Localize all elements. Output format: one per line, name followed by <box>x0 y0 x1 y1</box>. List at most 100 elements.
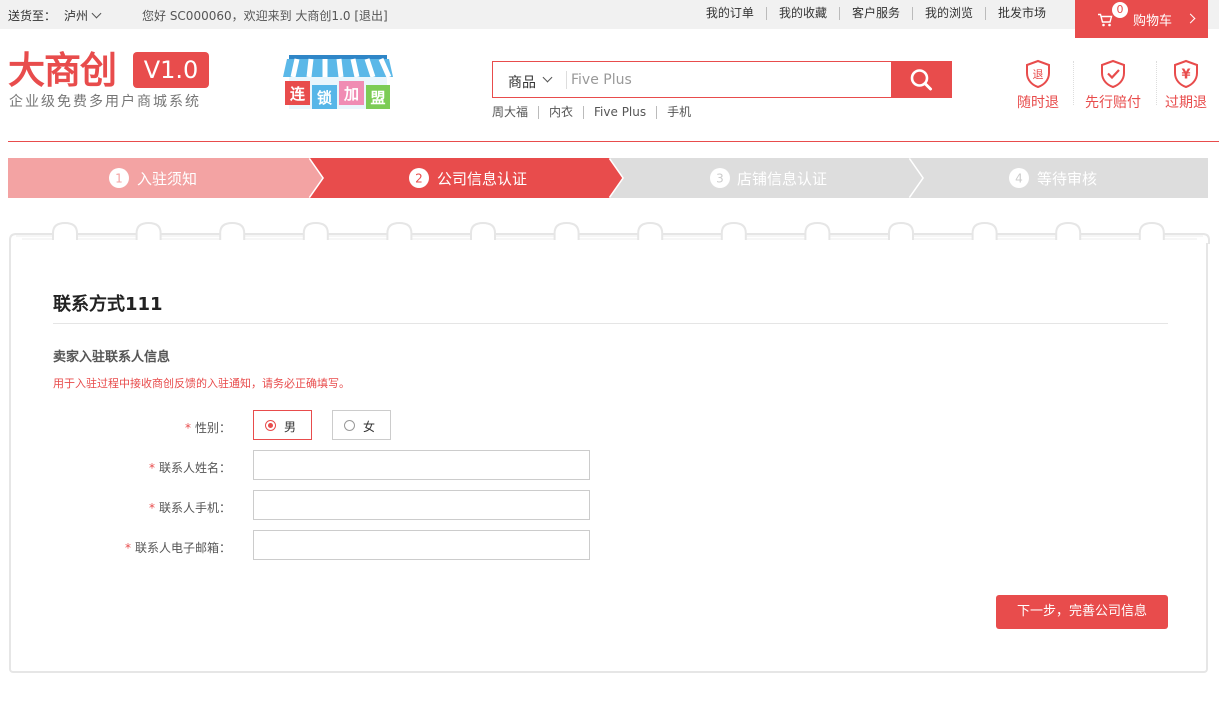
logo-brand: 大商创 <box>8 48 117 92</box>
form-subheading: 卖家入驻联系人信息 <box>53 350 171 365</box>
binding-ring <box>470 221 496 240</box>
franchise-char-3: 加 <box>343 85 359 103</box>
radio-unselected-icon <box>344 420 355 431</box>
hot-keyword-link[interactable]: 内衣 <box>538 106 583 119</box>
contact-name-label-text: 联系人姓名： <box>158 461 231 475</box>
binding-ring <box>219 221 246 240</box>
next-step-button[interactable]: 下一步，完善公司信息 <box>996 595 1168 629</box>
logo-slogan: 企业级免费多用户商城系统 <box>9 94 201 110</box>
hot-keyword-link[interactable]: 手机 <box>656 106 701 119</box>
required-mark: * <box>124 541 131 555</box>
contact-email-label: * 联系人电子邮箱： <box>125 539 231 556</box>
link-my-favorites[interactable]: 我的收藏 <box>765 7 839 20</box>
step-2: 2 公司信息认证 <box>310 158 626 198</box>
contact-email-input[interactable] <box>253 530 590 560</box>
step-1: 1 入驻须知 <box>8 158 326 198</box>
cart-icon <box>1098 13 1113 27</box>
search-button[interactable] <box>891 61 952 98</box>
chevron-down-icon[interactable] <box>542 72 553 83</box>
binding-ring <box>386 221 413 240</box>
search-icon <box>910 69 932 91</box>
hot-keyword-link[interactable]: 周大福 <box>492 106 538 119</box>
header-divider <box>8 141 1219 142</box>
title-divider <box>53 323 1168 324</box>
binding-ring <box>720 221 747 240</box>
step-number: 1 <box>115 172 123 186</box>
radio-selected-icon <box>265 420 276 431</box>
notebook-binding-decoration <box>9 221 1210 244</box>
franchise-char-1: 连 <box>290 85 306 103</box>
search-bar: 商品 <box>492 61 952 98</box>
service-compensation-first[interactable]: 先行赔付 <box>1083 59 1143 112</box>
franchise-char-2: 锁 <box>317 89 332 107</box>
binding-ring <box>135 221 162 240</box>
contact-phone-input[interactable] <box>253 490 590 520</box>
search-category-selector[interactable]: 商品 <box>508 72 536 92</box>
contact-name-label: * 联系人姓名： <box>149 459 231 476</box>
welcome-text: 您好 SC000060，欢迎来到 大商创1.0 [退出] <box>142 9 388 23</box>
logo-version: V1.0 <box>133 52 209 88</box>
required-mark: * <box>148 461 155 475</box>
binding-ring <box>52 221 78 240</box>
step-4: 4 等待审核 <box>910 158 1208 198</box>
svg-text:¥: ¥ <box>1181 68 1190 83</box>
contact-phone-label-text: 联系人手机： <box>158 501 231 515</box>
hot-keyword-link[interactable]: Five Plus <box>583 106 656 119</box>
service-divider <box>1073 61 1074 105</box>
cart-count-badge: 0 <box>1112 2 1128 18</box>
step-number: 4 <box>1015 172 1023 186</box>
link-customer-service[interactable]: 客户服务 <box>838 7 912 20</box>
link-my-history[interactable]: 我的浏览 <box>911 7 985 20</box>
link-wholesale-market[interactable]: 批发市场 <box>984 7 1058 20</box>
binding-ring <box>553 221 580 240</box>
step-number: 3 <box>716 172 724 186</box>
shield-yen-icon: ¥ <box>1174 59 1198 89</box>
gender-radio-female[interactable]: 女 <box>332 410 391 440</box>
shield-check-icon <box>1101 59 1125 89</box>
required-mark: * <box>184 421 191 435</box>
contact-email-label-text: 联系人电子邮箱： <box>134 541 231 555</box>
service-return-anytime[interactable]: 退 随时退 <box>1008 59 1068 112</box>
search-box: 商品 <box>492 61 892 98</box>
chevron-down-icon[interactable] <box>91 8 102 19</box>
service-expired-refund[interactable]: ¥ 过期退 <box>1156 59 1216 112</box>
contact-phone-label: * 联系人手机： <box>149 499 231 516</box>
search-divider <box>566 71 567 89</box>
top-links: 我的订单 我的收藏 客户服务 我的浏览 批发市场 <box>694 7 1058 20</box>
city-selector[interactable]: 泸州 <box>64 9 88 23</box>
contact-name-input[interactable] <box>253 450 590 480</box>
cart-button[interactable]: 0 购物车 <box>1075 0 1208 38</box>
hot-keywords: 周大福 内衣 Five Plus 手机 <box>492 106 701 119</box>
step-label: 公司信息认证 <box>437 170 527 188</box>
binding-ring <box>1138 221 1165 240</box>
step-label: 等待审核 <box>1037 170 1097 188</box>
service-label: 过期退 <box>1165 95 1207 111</box>
franchise-char-4: 盟 <box>370 89 385 107</box>
franchise-banner[interactable]: 连 锁 加 盟 <box>283 51 393 111</box>
binding-ring <box>302 221 329 240</box>
step-3: 3 店铺信息认证 <box>610 158 926 198</box>
section-title: 联系方式111 <box>53 294 163 315</box>
search-input[interactable] <box>571 68 871 92</box>
binding-ring <box>637 221 664 240</box>
form-notice: 用于入驻过程中接收商创反馈的入驻通知，请务必正确填写。 <box>53 377 350 390</box>
binding-ring <box>888 221 914 240</box>
gender-label-text: 性别： <box>194 421 231 435</box>
cart-label: 购物车 <box>1133 14 1173 29</box>
radio-label: 男 <box>284 420 297 434</box>
step-number: 2 <box>415 172 423 186</box>
chevron-right-icon <box>1185 13 1196 24</box>
svg-text:退: 退 <box>1033 68 1044 81</box>
site-logo[interactable]: 大商创 V1.0 企业级免费多用户商城系统 <box>8 48 209 110</box>
gender-radio-male[interactable]: 男 <box>253 410 312 440</box>
binding-ring <box>971 221 998 240</box>
binding-ring <box>804 221 831 240</box>
deliver-to-label: 送货至： <box>8 9 57 23</box>
radio-label: 女 <box>363 420 376 434</box>
service-label: 先行赔付 <box>1085 95 1141 111</box>
delivery-location[interactable]: 送货至： 泸州 <box>8 7 102 24</box>
gender-label: * 性别： <box>185 419 231 436</box>
required-mark: * <box>148 501 155 515</box>
link-my-orders[interactable]: 我的订单 <box>694 7 766 20</box>
top-bar: 送货至： 泸州 您好 SC000060，欢迎来到 大商创1.0 [退出] 我的订单… <box>0 0 1219 29</box>
